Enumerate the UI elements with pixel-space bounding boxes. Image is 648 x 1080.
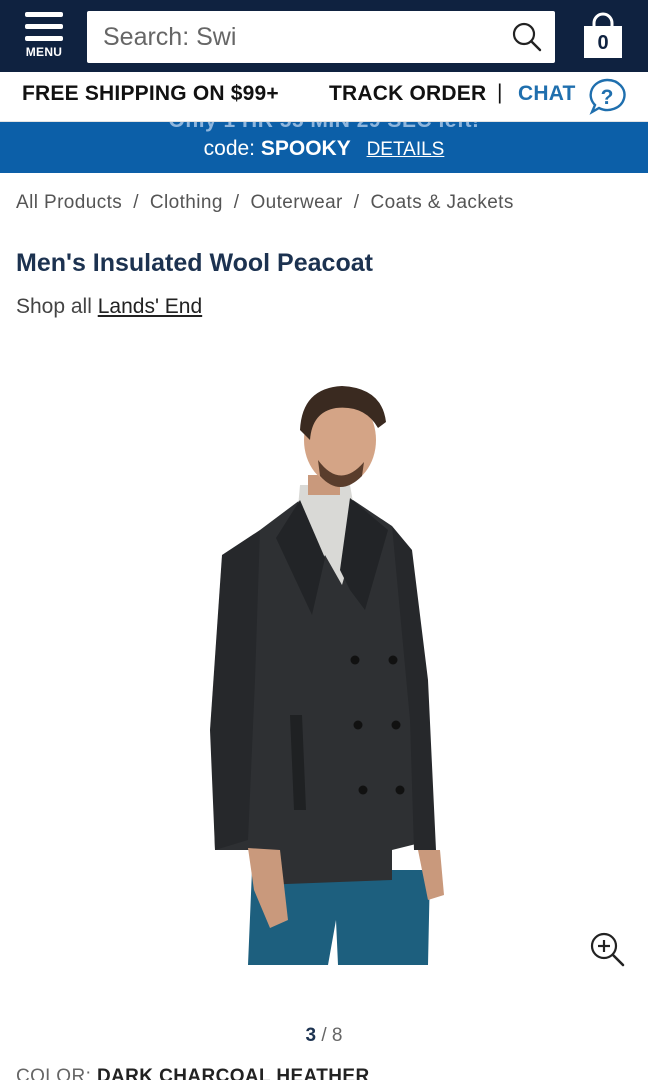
breadcrumb-item-coats-jackets[interactable]: Coats & Jackets [370,192,513,213]
track-order-link[interactable]: TRACK ORDER [329,82,486,106]
breadcrumb-item-outerwear[interactable]: Outerwear [250,192,342,213]
cart-button[interactable]: 0 [580,12,626,60]
promo-timer: Only 1 HR 55 MIN 29 SEC left! [0,122,648,133]
zoom-in-icon[interactable] [588,930,626,968]
search-icon[interactable] [511,21,543,53]
breadcrumb-separator: / [133,192,139,213]
free-shipping-text: FREE SHIPPING ON $99+ [22,82,279,105]
cart-count: 0 [584,26,622,58]
promo-banner: Only 1 HR 55 MIN 29 SEC left! code: SPOO… [0,122,648,173]
top-header: MENU 0 [0,0,648,72]
product-image[interactable] [160,380,490,970]
shipping-bar: FREE SHIPPING ON $99+ TRACK ORDER | CHAT… [0,72,648,122]
image-pager: 3 / 8 [0,1025,648,1047]
menu-label: MENU [25,45,63,59]
chat-link[interactable]: CHAT [518,82,576,106]
promo-details-link[interactable]: DETAILS [367,139,445,160]
image-index: 3 [305,1025,317,1046]
color-selection: COLOR: DARK CHARCOAL HEATHER [16,1066,370,1080]
image-total: 8 [331,1025,343,1046]
product-title: Men's Insulated Wool Peacoat [16,249,373,277]
breadcrumb-separator: / [353,192,360,213]
color-label: COLOR: [16,1066,92,1080]
menu-button[interactable]: MENU [20,8,68,66]
breadcrumb-separator: / [233,192,240,213]
shop-all-prefix: Shop all [16,295,92,318]
image-pager-separator: / [321,1025,327,1046]
breadcrumb: All Products / Clothing / Outerwear / Coats & … [16,192,514,214]
question-circle-icon[interactable]: ? [587,77,627,117]
search-input[interactable] [103,20,503,54]
promo-code-prefix: code: [203,137,256,160]
breadcrumb-item-all-products[interactable]: All Products [16,192,122,213]
breadcrumb-item-clothing[interactable]: Clothing [150,192,223,213]
search-box [87,11,555,63]
brand-link[interactable]: Lands' End [98,295,202,318]
hamburger-icon [20,8,68,41]
color-value: DARK CHARCOAL HEATHER [96,1066,370,1080]
promo-code: SPOOKY [260,137,351,160]
promo-code-line: code: SPOOKY DETAILS [0,137,648,161]
svg-text:?: ? [601,86,614,109]
shop-all-line: Shop all Lands' End [16,295,202,319]
shipping-bar-separator: | [497,81,503,104]
